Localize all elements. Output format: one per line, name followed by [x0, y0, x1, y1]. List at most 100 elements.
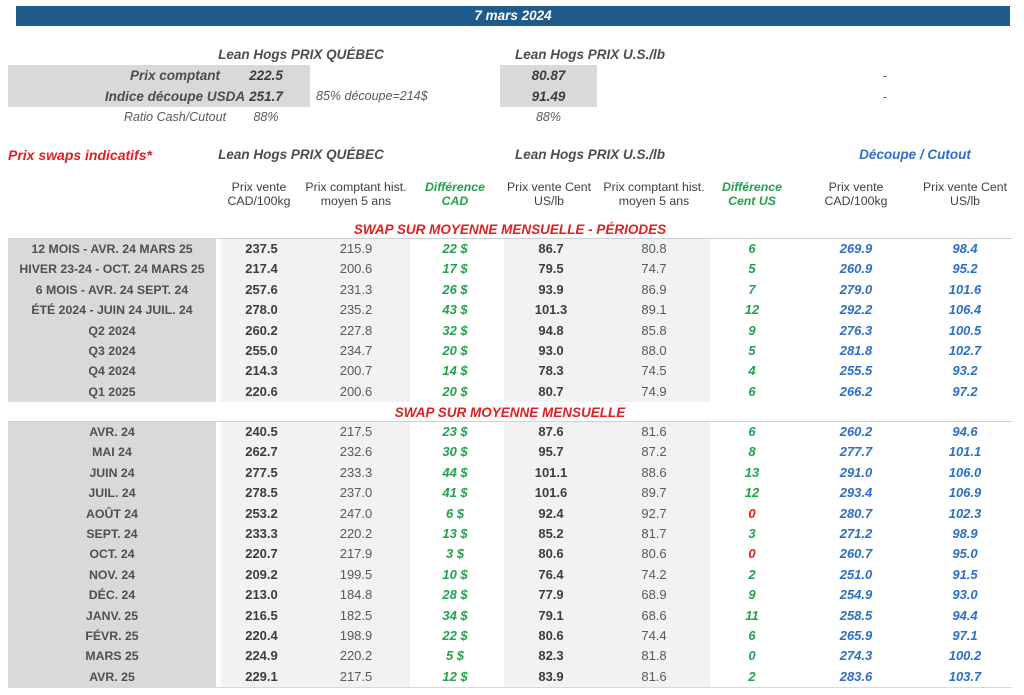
cutout-cad-price: 260.9: [794, 259, 918, 279]
us-difference: 6: [710, 626, 794, 646]
us-hist-price: 89.7: [598, 483, 710, 503]
cad-sale-price: 209.2: [216, 565, 302, 585]
row-label: OCT. 24: [8, 544, 216, 564]
table-row: FÉVR. 25220.4198.922 $80.674.46265.997.1: [8, 626, 1012, 646]
cad-difference: 22 $: [410, 626, 500, 646]
column-header-us-diff: Différence Cent US: [710, 180, 794, 208]
us-difference: 7: [710, 280, 794, 300]
us-sale-price: 101.1: [500, 463, 598, 483]
cad-difference: 34 $: [410, 606, 500, 626]
us-sale-price: 101.3: [500, 300, 598, 320]
cutout-cad-price: 279.0: [794, 280, 918, 300]
cutout-header: Découpe / Cutout: [810, 147, 1020, 162]
cutout-cad-price: 266.2: [794, 382, 918, 402]
cad-hist-price: 220.2: [302, 524, 410, 544]
cad-hist-price: 182.5: [302, 606, 410, 626]
us-hist-price: 74.5: [598, 361, 710, 381]
cutout-cad-price: 291.0: [794, 463, 918, 483]
cutout-us-price: 94.4: [918, 606, 1012, 626]
cutout-us-price: 94.6: [918, 422, 1012, 442]
cad-sale-price: 224.9: [216, 646, 302, 666]
cad-sale-price: 229.1: [216, 667, 302, 687]
cutout-cad-price: 265.9: [794, 626, 918, 646]
spot-dash: -: [850, 65, 920, 86]
spot-cutout-index-quebec: 251.7: [222, 86, 310, 107]
us-sale-price: 79.1: [500, 606, 598, 626]
column-header-cad-hist: Prix comptant hist. moyen 5 ans: [302, 180, 410, 208]
cutout-cad-price: 269.9: [794, 239, 918, 259]
us-sale-price: 93.9: [500, 280, 598, 300]
cutout-us-price: 97.2: [918, 382, 1012, 402]
cutout-us-price: 106.9: [918, 483, 1012, 503]
row-label: AOÛT 24: [8, 504, 216, 524]
us-hist-price: 81.6: [598, 667, 710, 687]
us-hist-price: 80.6: [598, 544, 710, 564]
cad-difference: 6 $: [410, 504, 500, 524]
us-sale-price: 83.9: [500, 667, 598, 687]
cutout-cad-price: 251.0: [794, 565, 918, 585]
us-difference: 6: [710, 422, 794, 442]
us-difference: 12: [710, 300, 794, 320]
cad-sale-price: 214.3: [216, 361, 302, 381]
table-row: Q2 2024260.2227.832 $94.885.89276.3100.5: [8, 321, 1012, 341]
us-difference: 11: [710, 606, 794, 626]
cad-sale-price: 262.7: [216, 442, 302, 462]
us-sale-price: 80.6: [500, 544, 598, 564]
cad-difference: 23 $: [410, 422, 500, 442]
us-hist-price: 88.0: [598, 341, 710, 361]
cad-hist-price: 199.5: [302, 565, 410, 585]
cad-sale-price: 253.2: [216, 504, 302, 524]
cad-sale-price: 278.5: [216, 483, 302, 503]
cutout-cad-price: 271.2: [794, 524, 918, 544]
cutout-us-price: 101.1: [918, 442, 1012, 462]
column-header-cutout-us: Prix vente Cent US/lb: [918, 180, 1012, 208]
cad-sale-price: 217.4: [216, 259, 302, 279]
row-label: HIVER 23-24 - OCT. 24 MARS 25: [8, 259, 216, 279]
row-label: Q1 2025: [8, 382, 216, 402]
cad-difference: 10 $: [410, 565, 500, 585]
cutout-cad-price: 255.5: [794, 361, 918, 381]
cutout-us-price: 98.4: [918, 239, 1012, 259]
us-hist-price: 86.9: [598, 280, 710, 300]
row-label: SEPT. 24: [8, 524, 216, 544]
report-page: 7 mars 2024 Lean Hogs PRIX QUÉBEC Lean H…: [0, 0, 1024, 695]
us-hist-price: 81.7: [598, 524, 710, 544]
row-label: 12 MOIS - AVR. 24 MARS 25: [8, 239, 216, 259]
us-hist-price: 87.2: [598, 442, 710, 462]
cad-hist-price: 233.3: [302, 463, 410, 483]
us-difference: 9: [710, 585, 794, 605]
row-label: FÉVR. 25: [8, 626, 216, 646]
cutout-us-price: 106.4: [918, 300, 1012, 320]
date-banner: 7 mars 2024: [16, 6, 1010, 26]
swaps-title: Prix swaps indicatifs*: [8, 147, 152, 163]
cad-sale-price: 255.0: [216, 341, 302, 361]
us-hist-price: 74.4: [598, 626, 710, 646]
cad-hist-price: 217.5: [302, 667, 410, 687]
cad-sale-price: 220.6: [216, 382, 302, 402]
table-row: HIVER 23-24 - OCT. 24 MARS 25217.4200.61…: [8, 259, 1012, 279]
us-difference: 5: [710, 259, 794, 279]
row-label: Q2 2024: [8, 321, 216, 341]
table-row: SEPT. 24233.3220.213 $85.281.73271.298.9: [8, 524, 1012, 544]
us-sale-price: 82.3: [500, 646, 598, 666]
us-sale-price: 95.7: [500, 442, 598, 462]
cutout-cad-price: 277.7: [794, 442, 918, 462]
cad-sale-price: 220.7: [216, 544, 302, 564]
us-sale-price: 80.7: [500, 382, 598, 402]
us-hist-price: 92.7: [598, 504, 710, 524]
row-label: AVR. 25: [8, 667, 216, 687]
us-sale-price: 93.0: [500, 341, 598, 361]
section-header-monthly: SWAP SUR MOYENNE MENSUELLE: [8, 404, 1012, 421]
cutout-cad-price: 281.8: [794, 341, 918, 361]
cad-sale-price: 257.6: [216, 280, 302, 300]
column-header-cad-diff: Différence CAD: [410, 180, 500, 208]
cutout-cad-price: 258.5: [794, 606, 918, 626]
cad-difference: 13 $: [410, 524, 500, 544]
spot-us-header: Lean Hogs PRIX U.S./lb: [500, 47, 680, 62]
us-difference: 4: [710, 361, 794, 381]
cad-hist-price: 237.0: [302, 483, 410, 503]
cad-hist-price: 232.6: [302, 442, 410, 462]
us-difference: 9: [710, 321, 794, 341]
column-headers: Prix vente CAD/100kg Prix comptant hist.…: [8, 167, 1012, 221]
cad-difference: 41 $: [410, 483, 500, 503]
